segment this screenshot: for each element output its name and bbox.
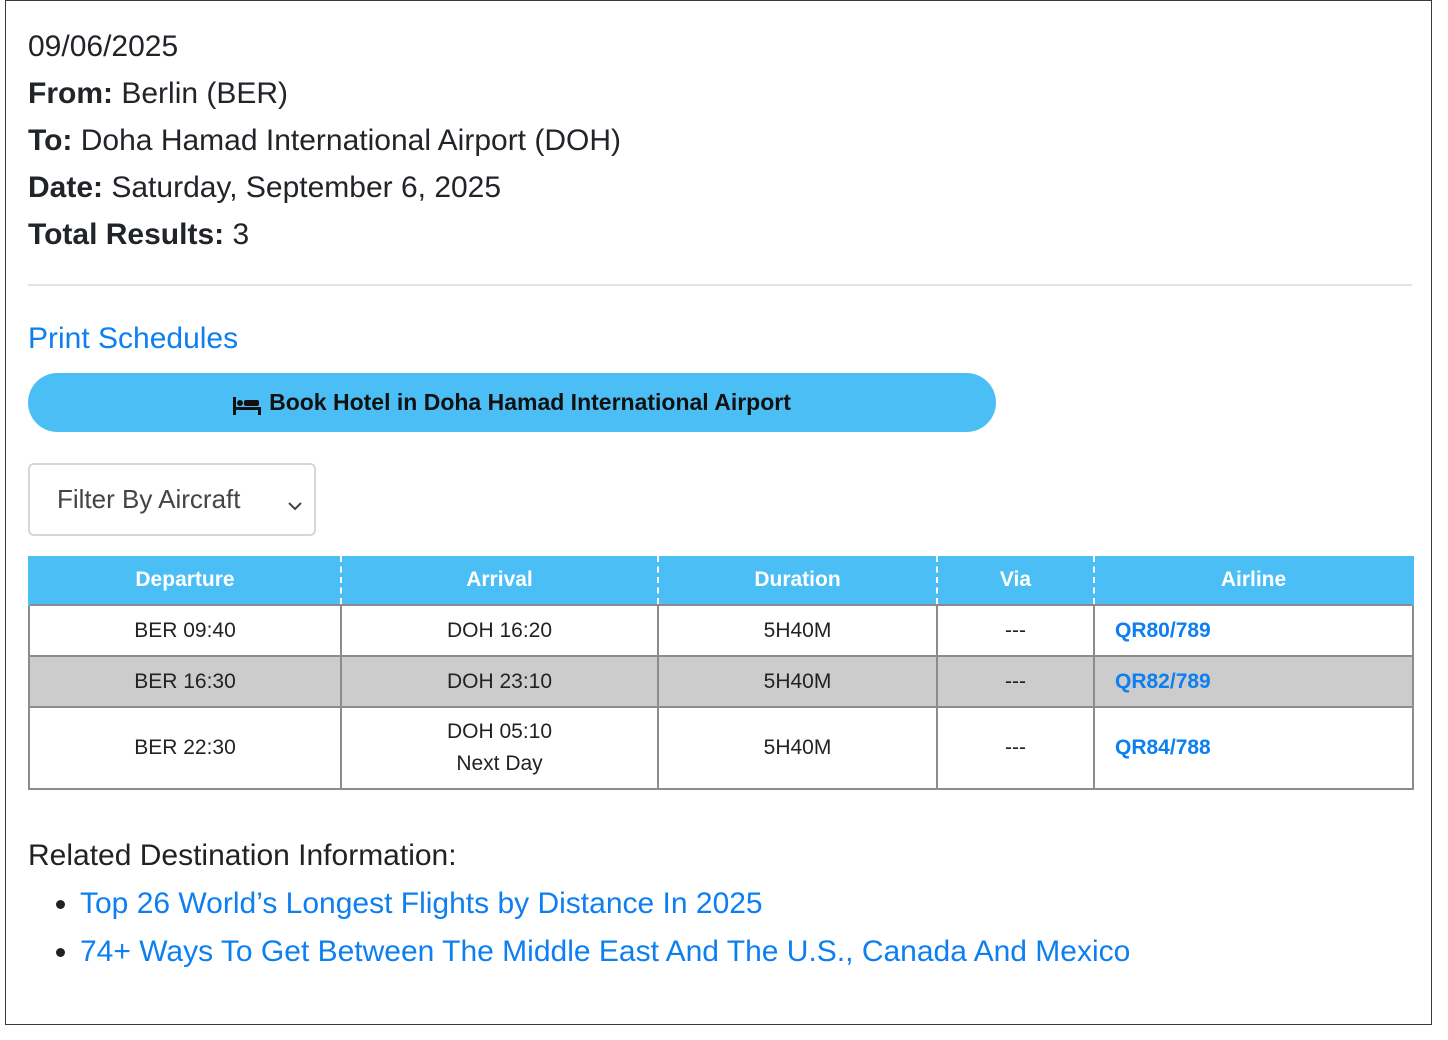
via-cell: --- [936,655,1095,708]
results-value: 3 [232,218,250,251]
duration-cell: 5H40M [657,655,938,708]
header-airline: Airline [1093,556,1414,605]
from-label: From: [28,77,113,110]
related-link-longest-flights[interactable]: Top 26 World’s Longest Flights by Distan… [80,887,763,920]
airline-cell: QR80/789 [1093,604,1414,657]
date-label: Date: [28,171,104,204]
related-link-middle-east[interactable]: 74+ Ways To Get Between The Middle East … [80,935,1130,968]
results-line: Total Results: 3 [28,211,1412,258]
from-line: From: Berlin (BER) [28,70,1412,117]
print-schedules-link[interactable]: Print Schedules [28,320,238,358]
via-cell: --- [936,604,1095,657]
bed-icon [233,394,262,415]
departure-cell: BER 22:30 [28,706,342,790]
flight-link[interactable]: QR84/788 [1115,736,1211,759]
list-item: 74+ Ways To Get Between The Middle East … [80,928,1412,976]
arrival-note: Next Day [456,752,543,775]
table-header-row: Departure Arrival Duration Via Airline [28,556,1414,605]
header-via: Via [936,556,1095,605]
related-links-list: Top 26 World’s Longest Flights by Distan… [28,880,1412,976]
arrival-cell: DOH 16:20 [340,604,659,657]
chevron-down-icon [286,491,304,511]
to-label: To: [28,124,73,157]
schedule-content: 09/06/2025 From: Berlin (BER) To: Doha H… [28,23,1414,976]
departure-cell: BER 09:40 [28,604,342,657]
duration-cell: 5H40M [657,604,938,657]
list-item: Top 26 World’s Longest Flights by Distan… [80,880,1412,928]
arrival-cell: DOH 05:10 Next Day [340,706,659,790]
header-departure: Departure [28,556,342,605]
departure-cell: BER 16:30 [28,655,342,708]
flight-link[interactable]: QR80/789 [1115,619,1211,642]
via-cell: --- [936,706,1095,790]
date-short: 09/06/2025 [28,30,179,63]
to-line: To: Doha Hamad International Airport (DO… [28,117,1412,164]
schedule-panel: 09/06/2025 From: Berlin (BER) To: Doha H… [5,0,1432,1025]
arrival-time: DOH 05:10 [446,720,553,743]
schedule-table: Departure Arrival Duration Via Airline B… [28,556,1414,790]
filter-aircraft-label: Filter By Aircraft [57,484,241,514]
table-row: BER 09:40 DOH 16:20 5H40M --- QR80/789 [28,604,1414,657]
table-row: BER 22:30 DOH 05:10 Next Day 5H40M --- Q… [28,706,1414,790]
airline-cell: QR82/789 [1093,655,1414,708]
divider [28,284,1412,286]
header-arrival: Arrival [340,556,659,605]
book-hotel-button[interactable]: Book Hotel in Doha Hamad International A… [28,373,996,432]
header-duration: Duration [657,556,938,605]
airline-cell: QR84/788 [1093,706,1414,790]
duration-cell: 5H40M [657,706,938,790]
table-row: BER 16:30 DOH 23:10 5H40M --- QR82/789 [28,655,1414,708]
flight-link[interactable]: QR82/789 [1115,670,1211,693]
filter-aircraft-select[interactable]: Filter By Aircraft [28,463,316,536]
from-value: Berlin (BER) [121,77,289,110]
arrival-cell: DOH 23:10 [340,655,659,708]
to-value: Doha Hamad International Airport (DOH) [80,124,621,157]
date-value: Saturday, September 6, 2025 [111,171,502,204]
book-hotel-label: Book Hotel in Doha Hamad International A… [269,389,791,415]
date-line: Date: Saturday, September 6, 2025 [28,164,1412,211]
related-title: Related Destination Information: [28,839,457,872]
results-label: Total Results: [28,218,225,251]
